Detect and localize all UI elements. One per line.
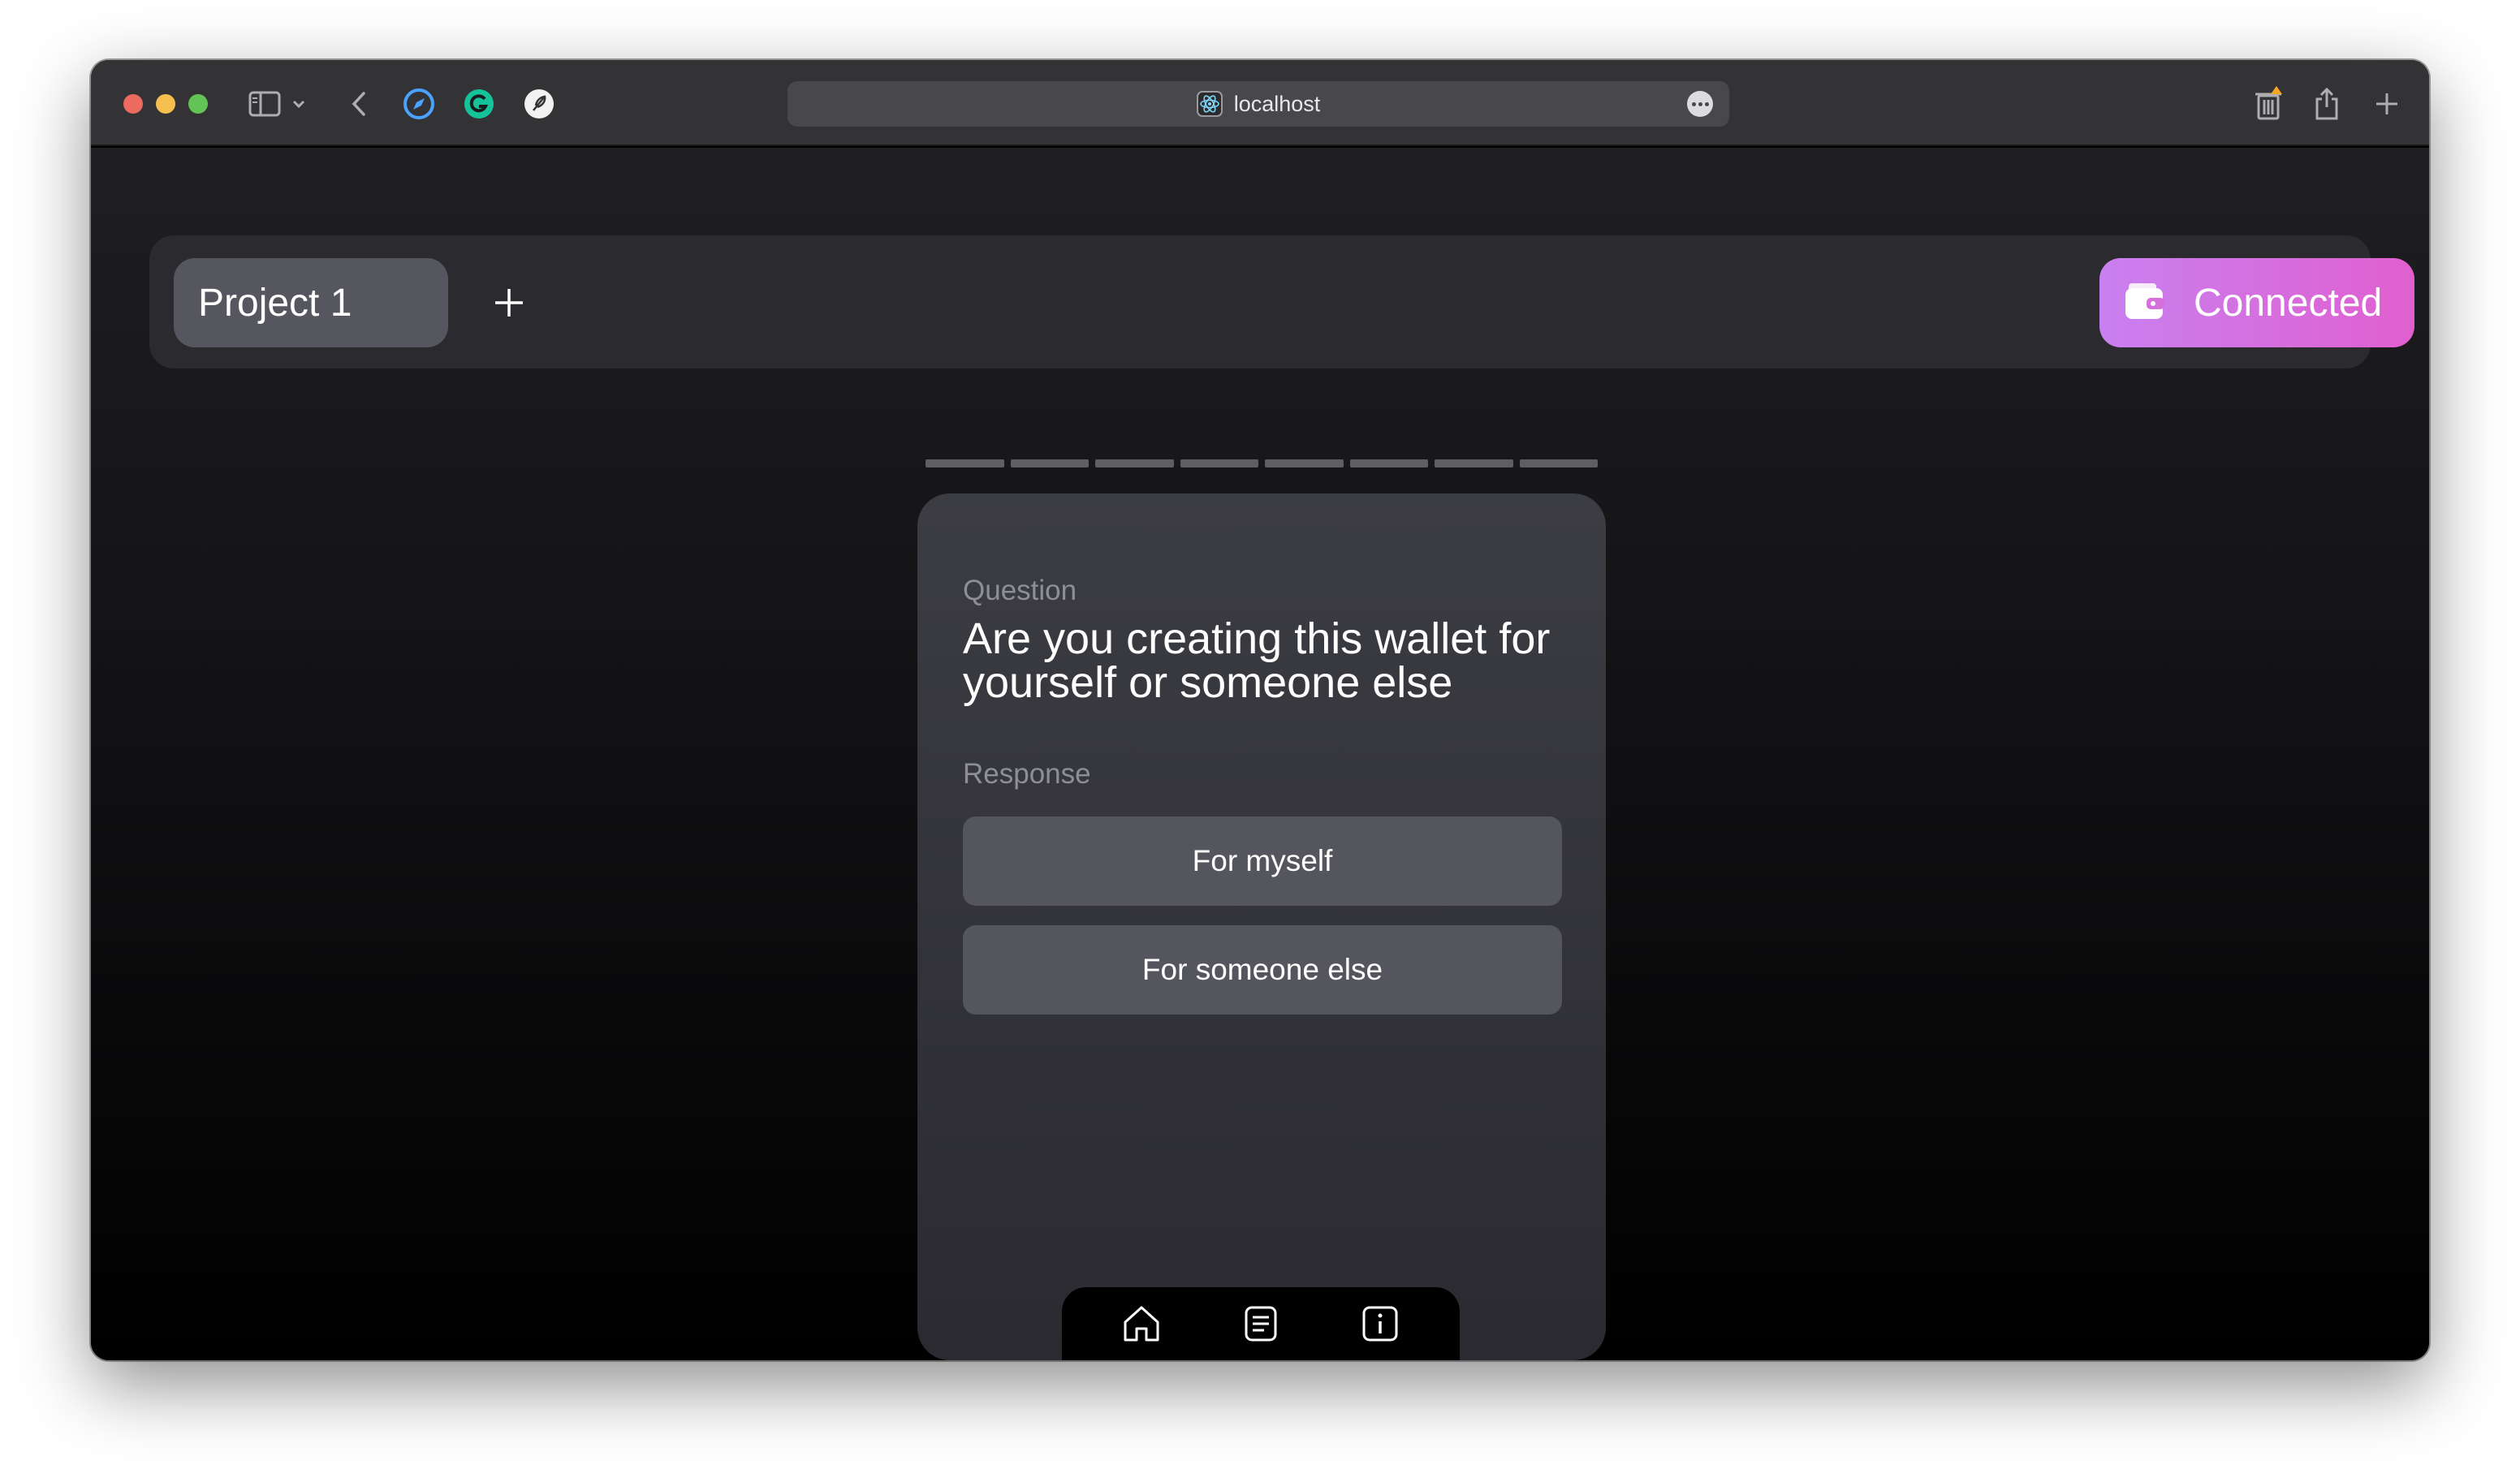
close-window-button[interactable] — [123, 94, 143, 114]
grammarly-icon[interactable] — [460, 84, 498, 123]
share-icon[interactable] — [2307, 84, 2346, 123]
trash-icon[interactable] — [2249, 84, 2288, 123]
plus-icon[interactable] — [484, 278, 534, 328]
progress-segment — [926, 459, 1004, 467]
option-label: For myself — [1192, 844, 1333, 877]
chevron-down-icon[interactable] — [287, 84, 310, 123]
progress-segment — [1265, 459, 1344, 467]
question-card: Question Are you creating this wallet fo… — [917, 493, 1606, 1360]
new-tab-icon[interactable] — [2367, 84, 2406, 123]
question-label: Question — [963, 575, 1077, 606]
progress-segment — [1435, 459, 1513, 467]
progress-segment — [1519, 459, 1598, 467]
browser-window: localhost Project 1 Connected Question A… — [91, 60, 2429, 1360]
address-bar[interactable]: localhost — [788, 81, 1729, 127]
progress-segment — [1180, 459, 1258, 467]
more-icon[interactable] — [1687, 91, 1713, 117]
option-label: For someone else — [1141, 953, 1383, 986]
progress-segment — [1095, 459, 1174, 467]
info-icon[interactable] — [1356, 1299, 1405, 1348]
question-text: Are you creating this wallet for yoursel… — [963, 614, 1551, 707]
compass-icon[interactable] — [399, 84, 438, 123]
wallet-icon — [2125, 283, 2164, 319]
minimize-window-button[interactable] — [156, 94, 175, 114]
zoom-window-button[interactable] — [188, 94, 208, 114]
url-text: localhost — [1233, 91, 1321, 116]
app-content: Project 1 Connected Question Are you cre… — [91, 148, 2429, 1360]
sidebar-icon[interactable] — [245, 84, 284, 123]
feather-icon[interactable] — [520, 84, 559, 123]
browser-toolbar: localhost — [91, 60, 2429, 146]
project-tab-label: Project 1 — [198, 281, 352, 325]
progress-bar — [926, 459, 1598, 467]
progress-segment — [1010, 459, 1089, 467]
project-tab[interactable]: Project 1 — [174, 258, 448, 347]
connect-button-label: Connected — [2194, 281, 2383, 325]
home-icon[interactable] — [1117, 1299, 1166, 1348]
progress-segment — [1349, 459, 1428, 467]
response-label: Response — [963, 758, 1091, 790]
option-for-myself-button[interactable]: For myself — [963, 816, 1562, 906]
react-site-icon — [1196, 91, 1223, 117]
connect-wallet-button[interactable]: Connected — [2099, 258, 2414, 347]
bottom-nav — [1062, 1287, 1460, 1360]
project-bar: Project 1 Connected — [149, 235, 2414, 368]
back-icon[interactable] — [339, 84, 378, 123]
document-icon[interactable] — [1236, 1299, 1285, 1348]
option-for-someone-else-button[interactable]: For someone else — [963, 925, 1562, 1015]
